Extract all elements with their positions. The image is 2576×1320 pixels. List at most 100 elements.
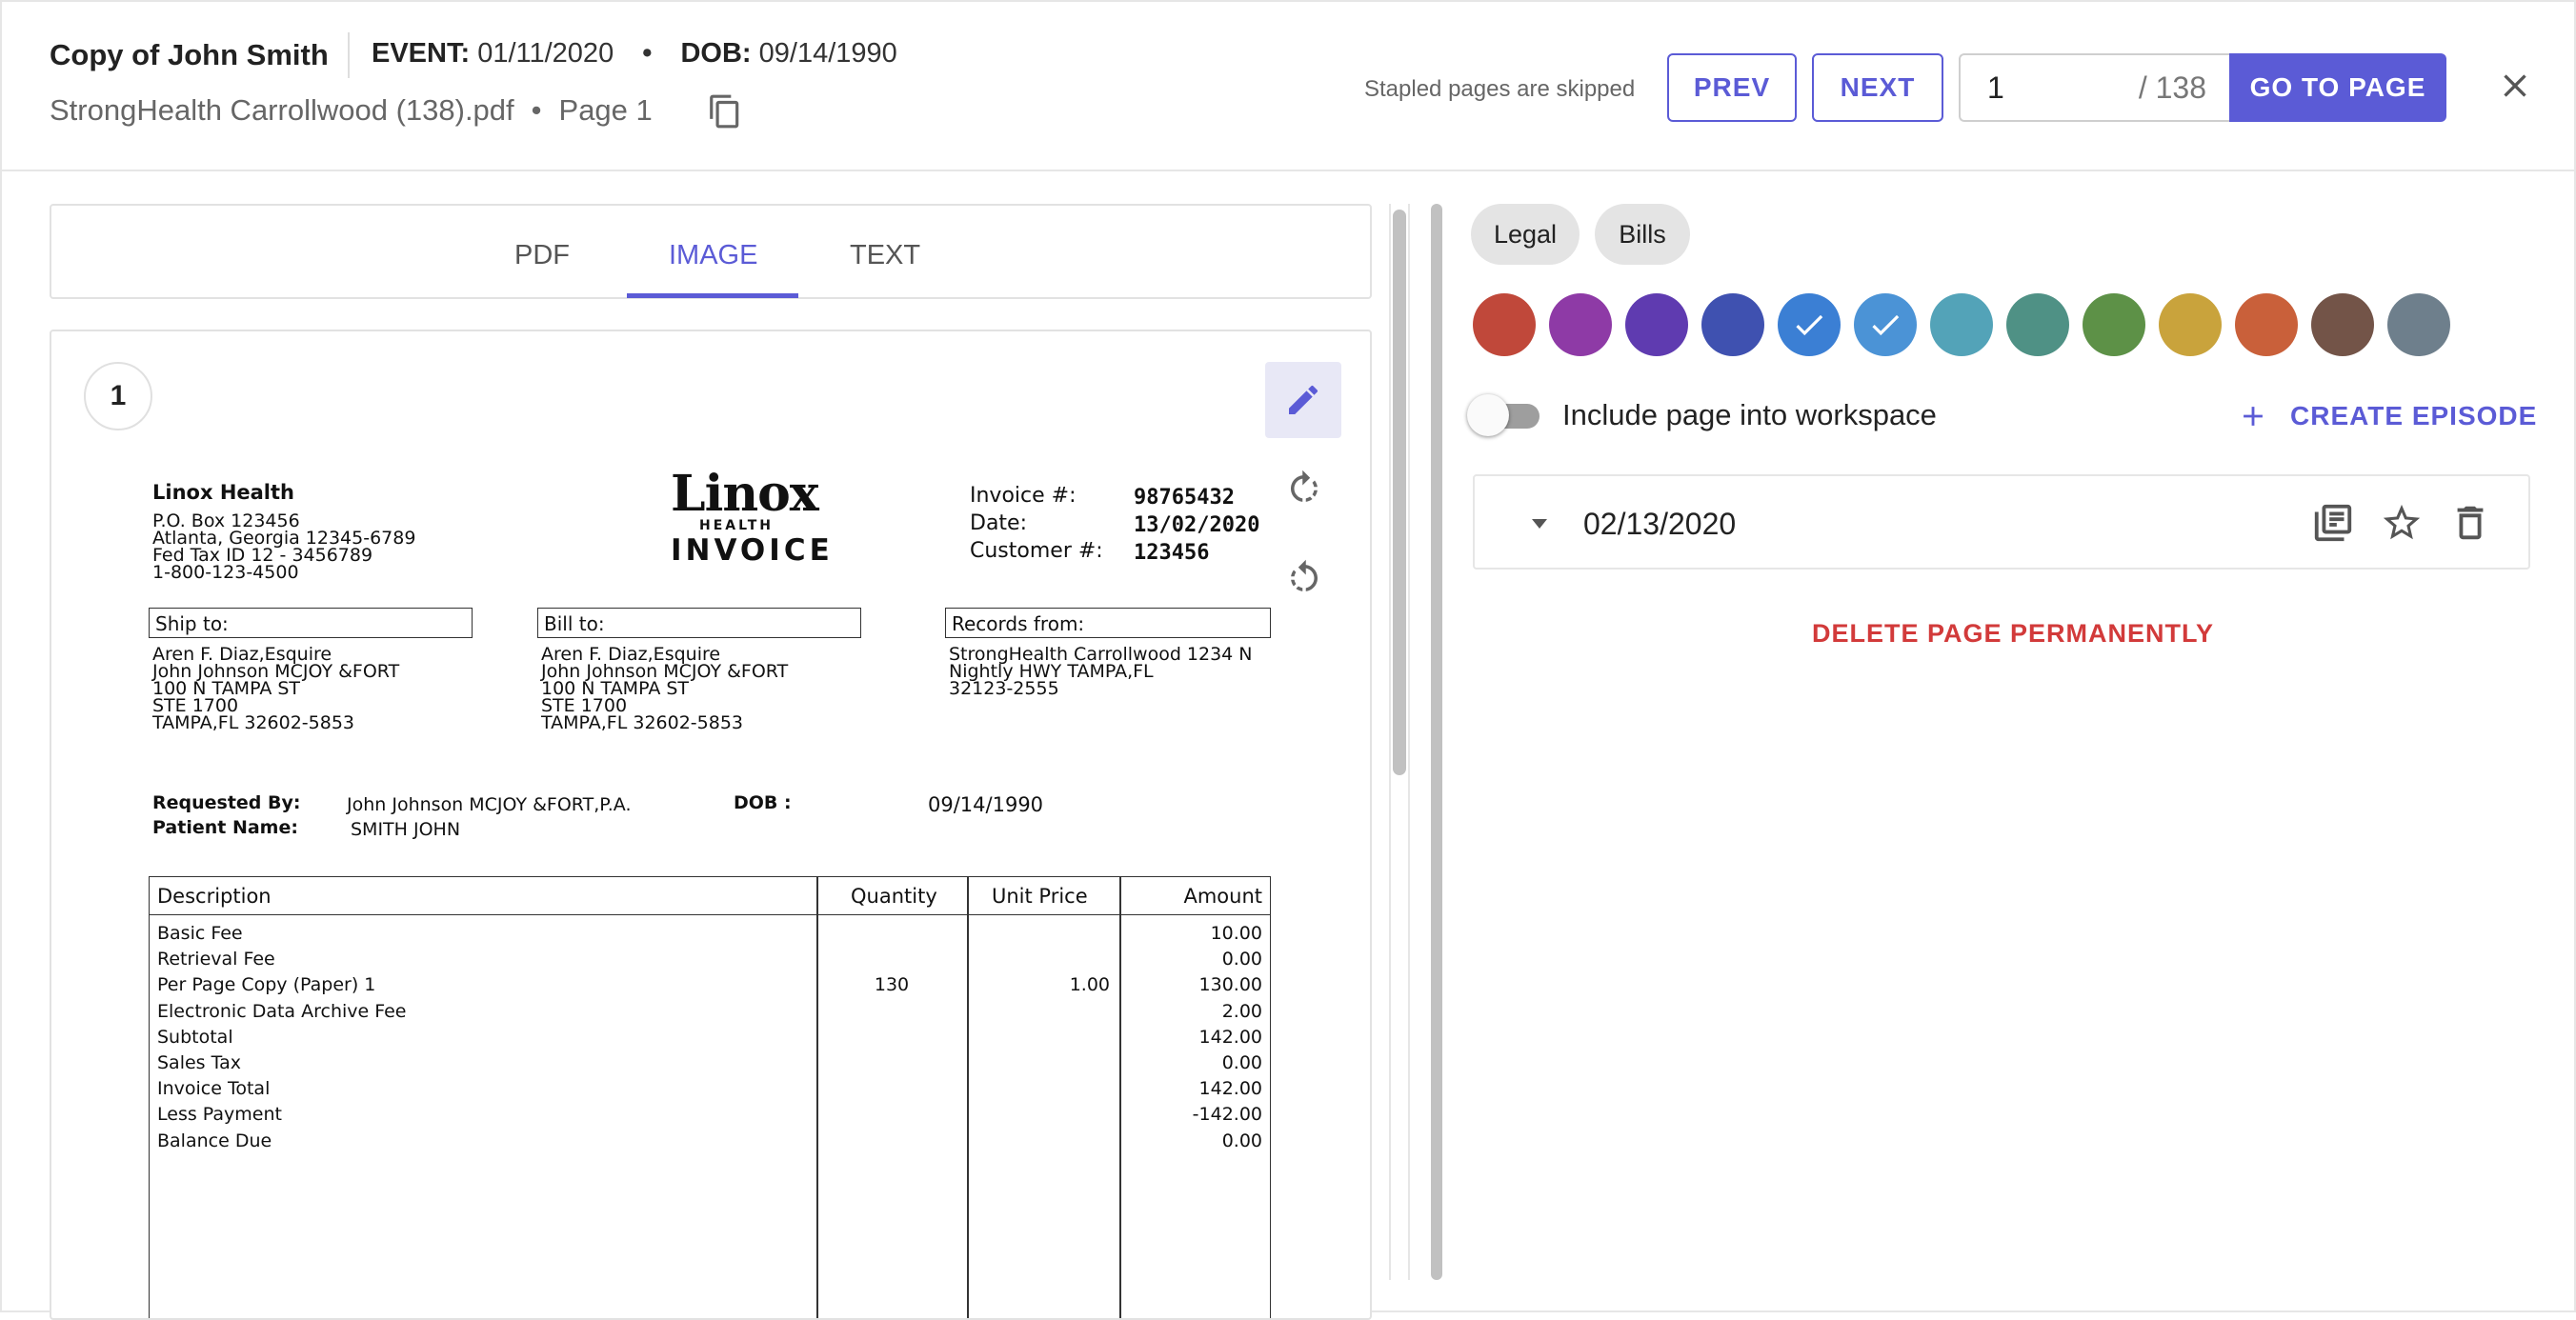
color-swatch[interactable]: [2006, 293, 2069, 356]
color-swatch[interactable]: [2083, 293, 2145, 356]
color-swatch[interactable]: [2235, 293, 2298, 356]
invoice-date: 13/02/2020: [1134, 513, 1260, 537]
column-divider: [1119, 877, 1121, 1318]
plus-icon: [2244, 407, 2263, 426]
patient-name-label: Patient Name:: [152, 817, 298, 838]
bill-to-line: TAMPA,FL 32602-5853: [541, 712, 744, 733]
page-input-value[interactable]: 1: [1987, 70, 2004, 106]
include-toggle-label: Include page into workspace: [1562, 398, 1937, 431]
row-amount: 142.00: [1198, 1078, 1262, 1100]
include-toggle[interactable]: [1467, 394, 1509, 436]
row-description: Retrieval Fee: [157, 949, 275, 970]
ship-to-line: TAMPA,FL 32602-5853: [152, 712, 355, 733]
row-description: Per Page Copy (Paper) 1: [157, 974, 376, 996]
tab-text[interactable]: TEXT: [850, 240, 920, 271]
col-description: Description: [157, 885, 272, 908]
edit-button[interactable]: [1265, 362, 1341, 438]
color-swatch[interactable]: [2159, 293, 2222, 356]
star-icon[interactable]: [2380, 501, 2424, 545]
color-swatch[interactable]: [2311, 293, 2374, 356]
row-amount: -142.00: [1192, 1104, 1262, 1126]
tag-legal[interactable]: Legal: [1471, 204, 1580, 265]
table-header-row: [150, 877, 1270, 915]
trash-icon[interactable]: [2448, 501, 2492, 545]
color-swatch[interactable]: [1701, 293, 1764, 356]
viewer-tabs: PDF IMAGE TEXT: [50, 204, 1372, 299]
go-to-page-button[interactable]: GO TO PAGE: [2229, 53, 2446, 122]
patient-meta: EVENT: 01/11/2020 • DOB: 09/14/1990: [372, 38, 897, 70]
panel-scrollbar[interactable]: [1431, 204, 1442, 1280]
row-description: Electronic Data Archive Fee: [157, 1000, 407, 1022]
meta-separator: •: [642, 38, 653, 69]
document-viewer-dialog: Copy of John Smith EVENT: 01/11/2020 • D…: [0, 0, 2576, 1320]
invoice-logo-sub: HEALTH: [699, 518, 774, 533]
col-amount: Amount: [1183, 885, 1262, 908]
row-description: Balance Due: [157, 1130, 272, 1151]
invoice-number: 98765432: [1134, 486, 1235, 510]
row-amount: 0.00: [1221, 1130, 1262, 1151]
tag-bills[interactable]: Bills: [1595, 204, 1690, 265]
color-swatch[interactable]: [1549, 293, 1612, 356]
column-divider: [816, 877, 818, 1318]
page-total: / 138: [2138, 70, 2206, 105]
dob-value: 09/14/1990: [758, 38, 897, 69]
patient-name: SMITH JOHN: [351, 819, 461, 840]
invoice-table: Description Quantity Unit Price Amount B…: [149, 876, 1271, 1318]
file-info: StrongHealth Carrollwood (138).pdf • Page …: [50, 93, 653, 128]
records-from-box: Records from:: [945, 608, 1271, 638]
color-swatch[interactable]: [2387, 293, 2450, 356]
prev-button[interactable]: PREV: [1667, 53, 1797, 122]
invoice-dob-label: DOB :: [734, 792, 792, 813]
ship-to-box: Ship to:: [149, 608, 473, 638]
color-swatch[interactable]: [1778, 293, 1841, 356]
document-scrollbar[interactable]: [1393, 210, 1406, 775]
color-swatch[interactable]: [1930, 293, 1993, 356]
event-label: EVENT:: [372, 38, 471, 69]
invoice-customer: 123456: [1134, 541, 1210, 565]
document-page: Linox Health P.O. Box 123456 Atlanta, Ge…: [50, 330, 1372, 1320]
close-icon[interactable]: [2496, 67, 2534, 105]
invoice-address-line: 1-800-123-4500: [152, 562, 299, 583]
page-label: Page 1: [558, 93, 653, 127]
tab-image[interactable]: IMAGE: [669, 240, 757, 271]
title-divider: [348, 32, 350, 78]
next-button[interactable]: NEXT: [1812, 53, 1943, 122]
page-number-badge: 1: [84, 362, 152, 430]
copy-icon[interactable]: [707, 93, 743, 130]
invoice-image: Linox Health P.O. Box 123456 Atlanta, Ge…: [51, 331, 1290, 1318]
caret-down-icon[interactable]: [1528, 514, 1551, 533]
file-separator: •: [531, 93, 542, 127]
library-books-icon[interactable]: [2311, 501, 2355, 545]
episode-date: 02/13/2020: [1583, 507, 1737, 541]
page-number-input[interactable]: 1 / 138: [1959, 53, 2229, 122]
active-tab-indicator: [627, 293, 798, 298]
create-episode-label: CREATE EPISODE: [2290, 401, 2538, 430]
row-amount: 130.00: [1198, 974, 1262, 996]
rotate-clockwise-icon[interactable]: [1284, 469, 1324, 509]
invoice-customer-label: Customer #:: [970, 539, 1103, 563]
color-swatch[interactable]: [1473, 293, 1536, 356]
row-amount: 142.00: [1198, 1026, 1262, 1048]
invoice-heading: INVOICE: [671, 533, 834, 568]
invoice-number-label: Invoice #:: [970, 484, 1077, 508]
col-quantity: Quantity: [851, 885, 937, 908]
rotate-counterclockwise-icon[interactable]: [1284, 558, 1324, 598]
invoice-company: Linox Health: [152, 481, 294, 504]
row-description: Subtotal: [157, 1026, 233, 1048]
row-description: Basic Fee: [157, 923, 243, 944]
tab-pdf[interactable]: PDF: [514, 240, 570, 271]
page-title: Copy of John Smith: [50, 38, 329, 71]
delete-page-button[interactable]: DELETE PAGE PERMANENTLY: [1812, 619, 2214, 649]
pencil-icon: [1289, 385, 1318, 414]
create-episode-button[interactable]: CREATE EPISODE: [2237, 394, 2537, 438]
color-swatch[interactable]: [1854, 293, 1917, 356]
row-amount: 10.00: [1210, 923, 1262, 944]
color-swatch[interactable]: [1625, 293, 1688, 356]
invoice-date-label: Date:: [970, 511, 1027, 535]
row-amount: 0.00: [1221, 1052, 1262, 1073]
checkmark-icon: [1872, 314, 1900, 336]
episode-item[interactable]: 02/13/2020: [1473, 474, 2530, 570]
checkmark-icon: [1796, 314, 1823, 336]
records-from-line: 32123-2555: [949, 678, 1059, 699]
requested-by: John Johnson MCJOY &FORT,P.A.: [347, 794, 632, 815]
